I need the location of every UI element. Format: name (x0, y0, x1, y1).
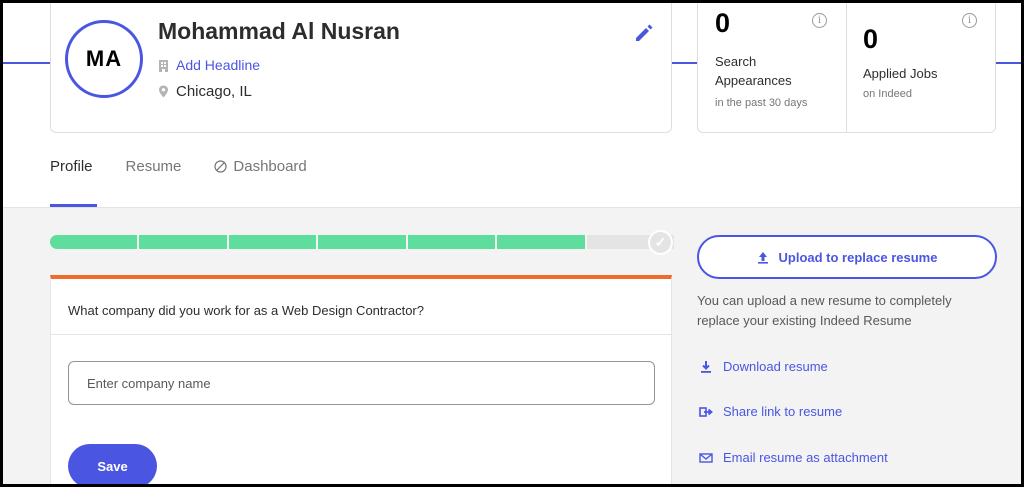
check-icon: ✓ (648, 230, 673, 255)
download-resume-label: Download resume (723, 359, 828, 374)
stat-applied-jobs[interactable]: 0 i Applied Jobs on Indeed (847, 0, 996, 132)
download-resume-link[interactable]: Download resume (699, 359, 828, 374)
progress-segment (497, 235, 585, 249)
stat-sub: on Indeed (863, 88, 912, 100)
upload-description: You can upload a new resume to completel… (697, 293, 952, 328)
progress-segment (139, 235, 227, 249)
stat-label: Applied Jobs (863, 66, 938, 81)
email-resume-label: Email resume as attachment (723, 450, 888, 465)
header-accent-line-middle (672, 62, 697, 64)
progress-segment (318, 235, 406, 249)
upload-resume-label: Upload to replace resume (778, 249, 938, 265)
avatar-initials: MA (85, 46, 123, 71)
headline-row: Add Headline (158, 57, 260, 73)
email-resume-link[interactable]: Email resume as attachment (699, 450, 888, 465)
profile-progress-bar (50, 235, 674, 249)
upload-resume-button[interactable]: Upload to replace resume (697, 235, 997, 279)
stat-sub: in the past 30 days (715, 97, 808, 109)
add-headline-link[interactable]: Add Headline (176, 57, 260, 73)
map-pin-icon (159, 85, 168, 98)
stat-value: 0 (715, 8, 731, 38)
tab-profile[interactable]: Profile (50, 158, 93, 175)
question-card: What company did you work for as a Web D… (50, 275, 672, 487)
tab-resume[interactable]: Resume (126, 158, 182, 175)
share-icon (699, 406, 713, 417)
share-resume-label: Share link to resume (723, 404, 843, 419)
question-text: What company did you work for as a Web D… (68, 303, 424, 318)
disabled-icon (214, 160, 227, 173)
download-icon (701, 360, 711, 373)
avatar: MA (65, 20, 143, 98)
progress-segment (407, 235, 496, 249)
divider (51, 334, 671, 335)
building-icon (159, 59, 168, 72)
header-accent-line-left (0, 62, 50, 64)
location-row: Chicago, IL (158, 83, 252, 100)
save-button[interactable]: Save (68, 444, 157, 487)
stat-search-appearances[interactable]: 0 i Search Appearances in the past 30 da… (698, 0, 847, 132)
stat-value: 0 (863, 24, 879, 54)
stat-label: Search Appearances (715, 54, 792, 88)
profile-name: Mohammad Al Nusran (158, 18, 400, 44)
share-resume-link[interactable]: Share link to resume (699, 404, 842, 419)
tab-dashboard-label: Dashboard (233, 158, 307, 175)
company-name-input[interactable] (68, 361, 655, 405)
pencil-icon[interactable] (633, 22, 655, 44)
tab-dashboard[interactable]: Dashboard (214, 158, 307, 175)
info-icon[interactable]: i (962, 13, 977, 28)
progress-segment (50, 235, 138, 249)
info-icon[interactable]: i (812, 13, 827, 28)
profile-card: MA Mohammad Al Nusran Add Headline Chica… (50, 0, 672, 133)
stats-card: 0 i Search Appearances in the past 30 da… (697, 0, 996, 133)
profile-tabs: Profile Resume Dashboard (50, 158, 340, 175)
progress-segment (228, 235, 317, 249)
envelope-icon (699, 452, 713, 463)
location-text: Chicago, IL (176, 83, 252, 100)
upload-icon (757, 251, 768, 264)
header-accent-line-right (996, 62, 1024, 64)
